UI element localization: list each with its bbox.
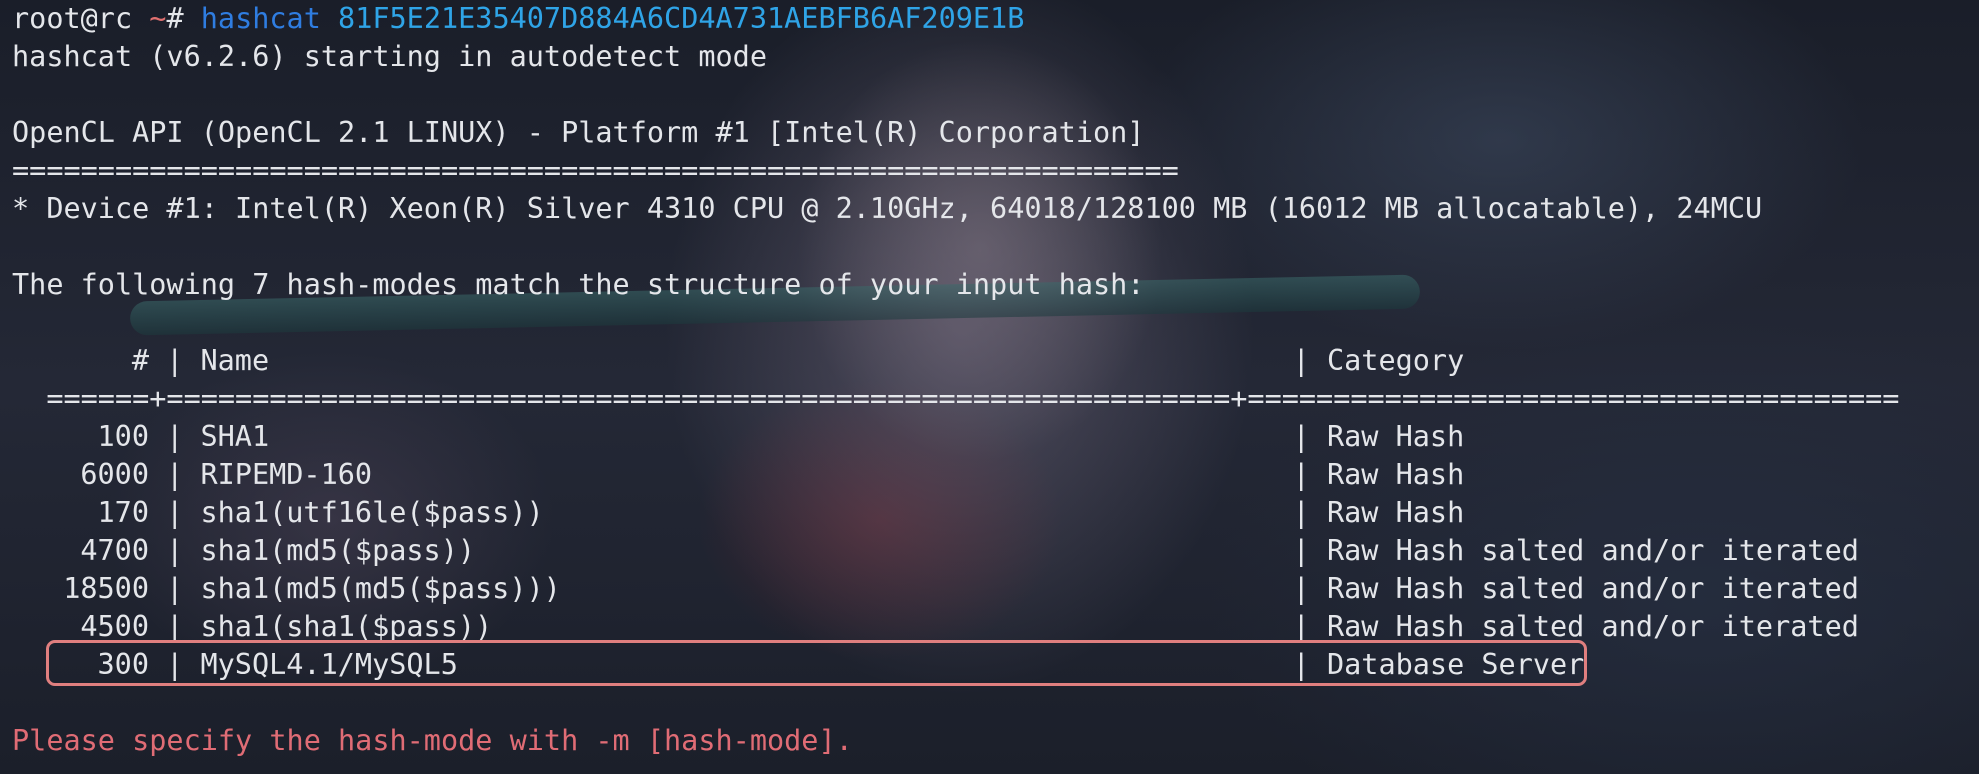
row-name: SHA1	[200, 420, 270, 453]
column-separator: |	[1275, 344, 1327, 377]
column-separator: |	[149, 420, 201, 453]
row-name: sha1(md5(md5($pass)))	[200, 572, 561, 605]
row-name: sha1(md5($pass))	[200, 534, 476, 567]
command-argument: 81F5E21E35407D884A6CD4A731AEBFB6AF209E1B	[320, 2, 1025, 35]
highlight-box	[46, 640, 1587, 686]
platform-rule: ========================================…	[12, 154, 1179, 187]
table-row: 4700 | sha1(md5($pass)) | Raw Hash salte…	[12, 532, 1979, 570]
column-separator: |	[149, 496, 201, 529]
row-num: 100	[97, 420, 149, 453]
column-separator: |	[1275, 420, 1327, 453]
error-line: Please specify the hash-mode with -m [ha…	[12, 724, 853, 757]
column-separator: |	[1275, 458, 1327, 491]
device-line: * Device #1: Intel(R) Xeon(R) Silver 431…	[12, 192, 1763, 225]
row-category: Raw Hash	[1326, 420, 1465, 453]
table-row: 18500 | sha1(md5(md5($pass))) | Raw Hash…	[12, 570, 1979, 608]
column-separator: |	[149, 534, 201, 567]
prompt-user-host: root@rc	[12, 2, 133, 35]
column-separator: |	[1275, 572, 1327, 605]
row-category: Raw Hash salted and/or iterated	[1326, 610, 1859, 643]
prompt-symbol: #	[166, 2, 201, 35]
row-category: Raw Hash salted and/or iterated	[1326, 534, 1859, 567]
table-header: # | Name | Category	[12, 342, 1979, 380]
match-line: The following 7 hash-modes match the str…	[12, 268, 1145, 301]
row-num: 6000	[80, 458, 149, 491]
table-rule: ======+=================================…	[12, 382, 1900, 415]
row-num: 18500	[63, 572, 149, 605]
row-num: 170	[97, 496, 149, 529]
header-num: #	[131, 344, 149, 377]
table-row: 100 | SHA1 | Raw Hash	[12, 418, 1979, 456]
column-separator: |	[149, 344, 201, 377]
table-row: 6000 | RIPEMD-160 | Raw Hash	[12, 456, 1979, 494]
row-name: sha1(utf16le($pass))	[200, 496, 544, 529]
row-num: 4700	[80, 534, 149, 567]
column-separator: |	[149, 458, 201, 491]
column-separator: |	[149, 572, 201, 605]
row-category: Raw Hash	[1326, 496, 1465, 529]
row-name: RIPEMD-160	[200, 458, 373, 491]
column-separator: |	[1275, 496, 1327, 529]
table-row: 170 | sha1(utf16le($pass)) | Raw Hash	[12, 494, 1979, 532]
row-category: Raw Hash	[1326, 458, 1465, 491]
command-name: hashcat	[200, 2, 321, 35]
prompt-line: root@rc ~# hashcat 81F5E21E35407D884A6CD…	[12, 0, 1979, 38]
column-separator: |	[1275, 534, 1327, 567]
prompt-cwd: ~	[132, 2, 167, 35]
start-line: hashcat (v6.2.6) starting in autodetect …	[12, 40, 767, 73]
row-category: Raw Hash salted and/or iterated	[1326, 572, 1859, 605]
platform-line: OpenCL API (OpenCL 2.1 LINUX) - Platform…	[12, 116, 1145, 149]
header-category: Category	[1326, 344, 1465, 377]
header-name: Name	[200, 344, 270, 377]
